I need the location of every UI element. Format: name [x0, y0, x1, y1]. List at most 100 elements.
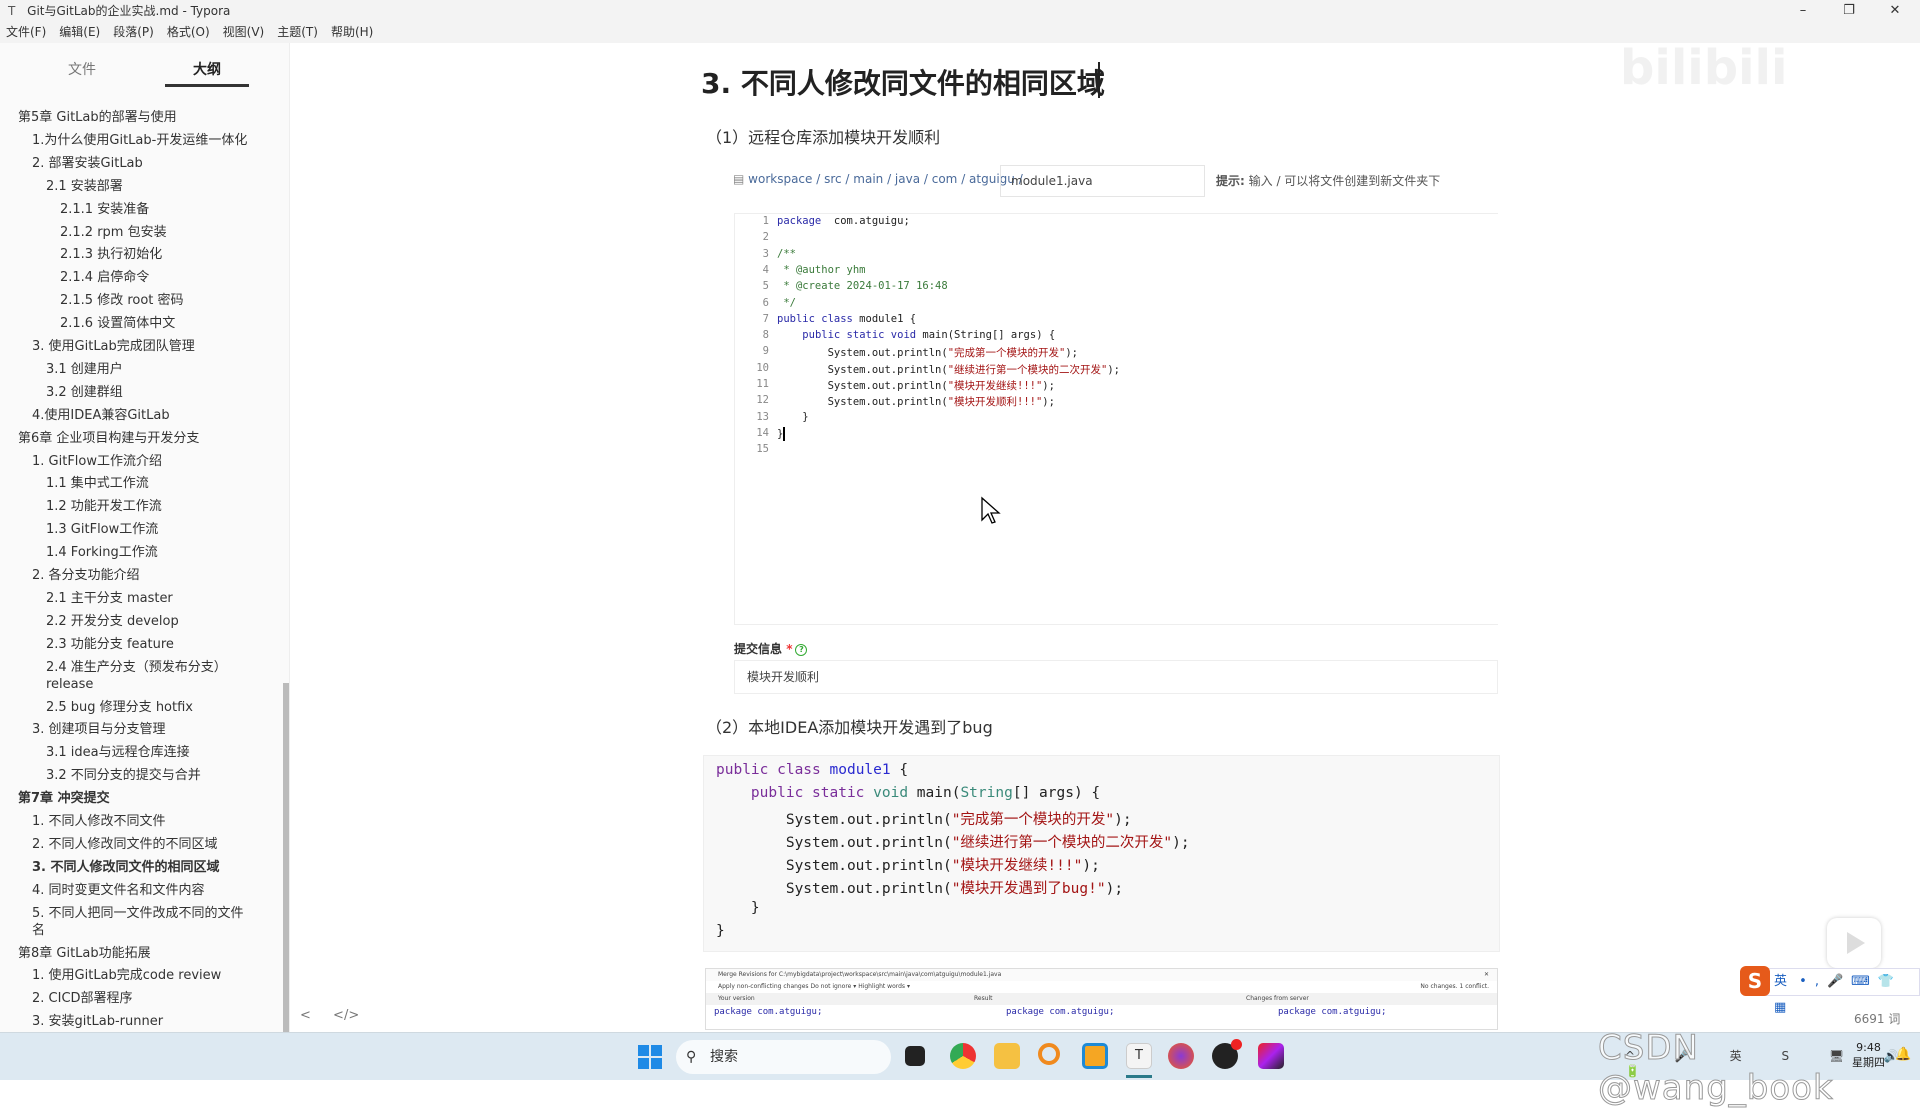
outline-item[interactable]: 2.1 安装部署 [46, 178, 123, 195]
line-number: 8 [762, 329, 769, 342]
line-number: 11 [756, 378, 769, 390]
filename-input[interactable]: module1.java [1000, 165, 1205, 197]
code-token: "继续进行第一个模块的二次开发" [947, 363, 1108, 376]
merge-toolbar: Apply non-conflicting changes Do not ign… [718, 983, 910, 990]
search-everything-icon[interactable] [1038, 1043, 1060, 1065]
outline-item[interactable]: 2. 部署安装GitLab [32, 155, 143, 172]
app-icon-blue-orange[interactable] [1082, 1043, 1108, 1069]
sidebar-scrollbar[interactable] [283, 683, 289, 1073]
outline-item[interactable]: 1.2 功能开发工作流 [46, 498, 162, 515]
code-line: /** [777, 248, 796, 260]
code-editor[interactable]: 1 package com.atguigu; 2 3 /** 4 * @author yh… [734, 213, 1498, 625]
code-token: com.atguigu; [821, 215, 910, 227]
code-line: * @create 2024-01-17 16:48 [777, 280, 947, 292]
code-token: ); [1082, 858, 1100, 874]
minimize-button[interactable]: – [1780, 0, 1826, 22]
outline-item-label: 3. 使用GitLab完成团队管理 [32, 339, 195, 354]
outline-item[interactable]: 2.3 功能分支 feature [46, 636, 174, 653]
code-token: ); [1105, 881, 1124, 897]
outline-item[interactable]: 2.2 开发分支 develop [46, 613, 179, 630]
outline-item[interactable]: 2.5 bug 修理分支 hotfix [46, 699, 193, 716]
close-button[interactable]: ✕ [1872, 0, 1918, 22]
outline-item[interactable]: 2. 不同人修改同文件的不同区域 [32, 836, 218, 853]
outline-item[interactable]: 3. 创建项目与分支管理 [32, 721, 166, 738]
line-number: 5 [762, 280, 769, 293]
outline-item[interactable]: 第6章 企业项目构建与开发分支 [18, 430, 199, 447]
outline-item[interactable]: 3. 安装gitLab-runner [32, 1013, 163, 1030]
outline-item[interactable]: 3.1 idea与远程仓库连接 [46, 744, 190, 761]
outline-item-label: 2.1.6 设置简体中文 [60, 316, 176, 332]
outline-item[interactable]: 4. 同时变更文件名和文件内容 [32, 882, 205, 899]
source-mode-button[interactable]: </> [333, 1008, 359, 1023]
ime-toolbar[interactable]: S 英 •,🎤⌨👕▦ [1740, 966, 1920, 1015]
outline-item[interactable]: 5. 不同人把同一文件改成不同的文件名 [32, 905, 244, 939]
tab-outline[interactable]: 大纲 [193, 59, 221, 79]
file-explorer-icon[interactable] [994, 1043, 1020, 1069]
outline-item[interactable]: 2.1.5 修改 root 密码 [60, 292, 184, 309]
outline-item[interactable]: 3. 不同人修改同文件的相同区域 [32, 859, 220, 876]
code-token: public class [777, 312, 853, 325]
code-token: module1 { [852, 312, 917, 325]
outline-item[interactable]: 2.4 准生产分支（预发布分支） release [46, 659, 227, 693]
outline-item[interactable]: 第8章 GitLab功能拓展 [18, 945, 151, 962]
code-line: public class module1 { [716, 762, 908, 778]
word-count[interactable]: 6691 词 [1854, 1010, 1900, 1027]
play-overlay-button[interactable] [1827, 918, 1881, 968]
code-block[interactable]: public class module1 { public static voi… [703, 755, 1500, 952]
taskbar-search[interactable]: ⚲ 搜索 [676, 1040, 891, 1074]
outline-item[interactable]: 2.1.3 执行初始化 [60, 246, 162, 263]
task-view-icon[interactable] [905, 1046, 925, 1066]
outline-item[interactable]: 3.1 创建用户 [46, 361, 123, 378]
outline-item[interactable]: 2.1.1 安装准备 [60, 201, 149, 218]
outline-item[interactable]: 1. 不同人修改不同文件 [32, 813, 166, 830]
menu-item[interactable]: 格式(O) [167, 25, 210, 39]
firefox-icon[interactable] [1168, 1043, 1194, 1069]
outline-item[interactable]: 3.2 创建群组 [46, 384, 123, 401]
outline-item[interactable]: 1.3 GitFlow工作流 [46, 521, 158, 538]
menu-item[interactable]: 段落(P) [113, 25, 154, 39]
menu-item[interactable]: 视图(V) [223, 25, 265, 39]
code-token: "继续进行第一个模块的二次开发" [951, 835, 1173, 851]
outline-item-label: 第6章 企业项目构建与开发分支 [18, 430, 200, 446]
outline-item[interactable]: 1.1 集中式工作流 [46, 475, 149, 492]
code-token: public static [750, 785, 874, 801]
ime-language[interactable]: 英 [1774, 974, 1787, 989]
line-number: 9 [762, 345, 769, 358]
outline-item[interactable]: 1. GitFlow工作流介绍 [32, 453, 162, 470]
outline-item[interactable]: 第7章 冲突提交 [18, 790, 110, 807]
outline-item[interactable]: 1. 使用GitLab完成code review [32, 967, 221, 984]
outline-item[interactable]: 4.使用IDEA兼容GitLab [32, 407, 170, 424]
intellij-icon[interactable] [1258, 1043, 1284, 1069]
outline-item-label: 第5章 GitLab的部署与使用 [18, 110, 177, 125]
menu-item[interactable]: 主题(T) [277, 25, 318, 39]
outline-item[interactable]: 3.2 不同分支的提交与合并 [46, 767, 201, 784]
code-line: * @author yhm [777, 264, 865, 276]
outline-item[interactable]: 2.1.2 rpm 包安装 [60, 224, 167, 241]
outline-item[interactable]: 3. 使用GitLab完成团队管理 [32, 338, 195, 355]
outline-item[interactable]: 2.1.4 启停命令 [60, 269, 149, 286]
commit-message-input[interactable]: 模块开发顺利 [734, 660, 1498, 694]
outline-item[interactable]: 1.为什么使用GitLab-开发运维一体化 [32, 132, 247, 149]
back-button[interactable]: < [300, 1008, 311, 1023]
obs-icon[interactable] [1212, 1039, 1242, 1069]
outline-item[interactable]: 2.1 主干分支 master [46, 590, 173, 607]
outline-item[interactable]: 2. CICD部署程序 [32, 990, 133, 1007]
typora-icon[interactable]: T [1126, 1043, 1152, 1069]
start-button[interactable] [638, 1045, 662, 1069]
help-icon[interactable]: ? [795, 643, 808, 656]
chrome-icon[interactable] [950, 1043, 976, 1069]
outline-item[interactable]: 2. 各分支功能介绍 [32, 567, 140, 584]
code-line: System.out.println("模块开发顺利!!!"); [777, 394, 1055, 409]
tab-files[interactable]: 文件 [68, 59, 96, 79]
outline-item[interactable]: 第5章 GitLab的部署与使用 [18, 109, 177, 126]
bilibili-watermark-logo: bilibili [1620, 40, 1788, 96]
line-number: 13 [756, 410, 769, 423]
breadcrumb-path[interactable]: workspace / src / main / java / com / at… [748, 172, 1023, 186]
code-line: } [777, 411, 808, 423]
menu-item[interactable]: 文件(F) [6, 25, 46, 39]
outline-item[interactable]: 2.1.6 设置简体中文 [60, 315, 175, 332]
menu-item[interactable]: 编辑(E) [59, 25, 100, 39]
menu-item[interactable]: 帮助(H) [331, 25, 373, 39]
restore-button[interactable]: ❐ [1826, 0, 1872, 22]
outline-item[interactable]: 1.4 Forking工作流 [46, 544, 158, 561]
